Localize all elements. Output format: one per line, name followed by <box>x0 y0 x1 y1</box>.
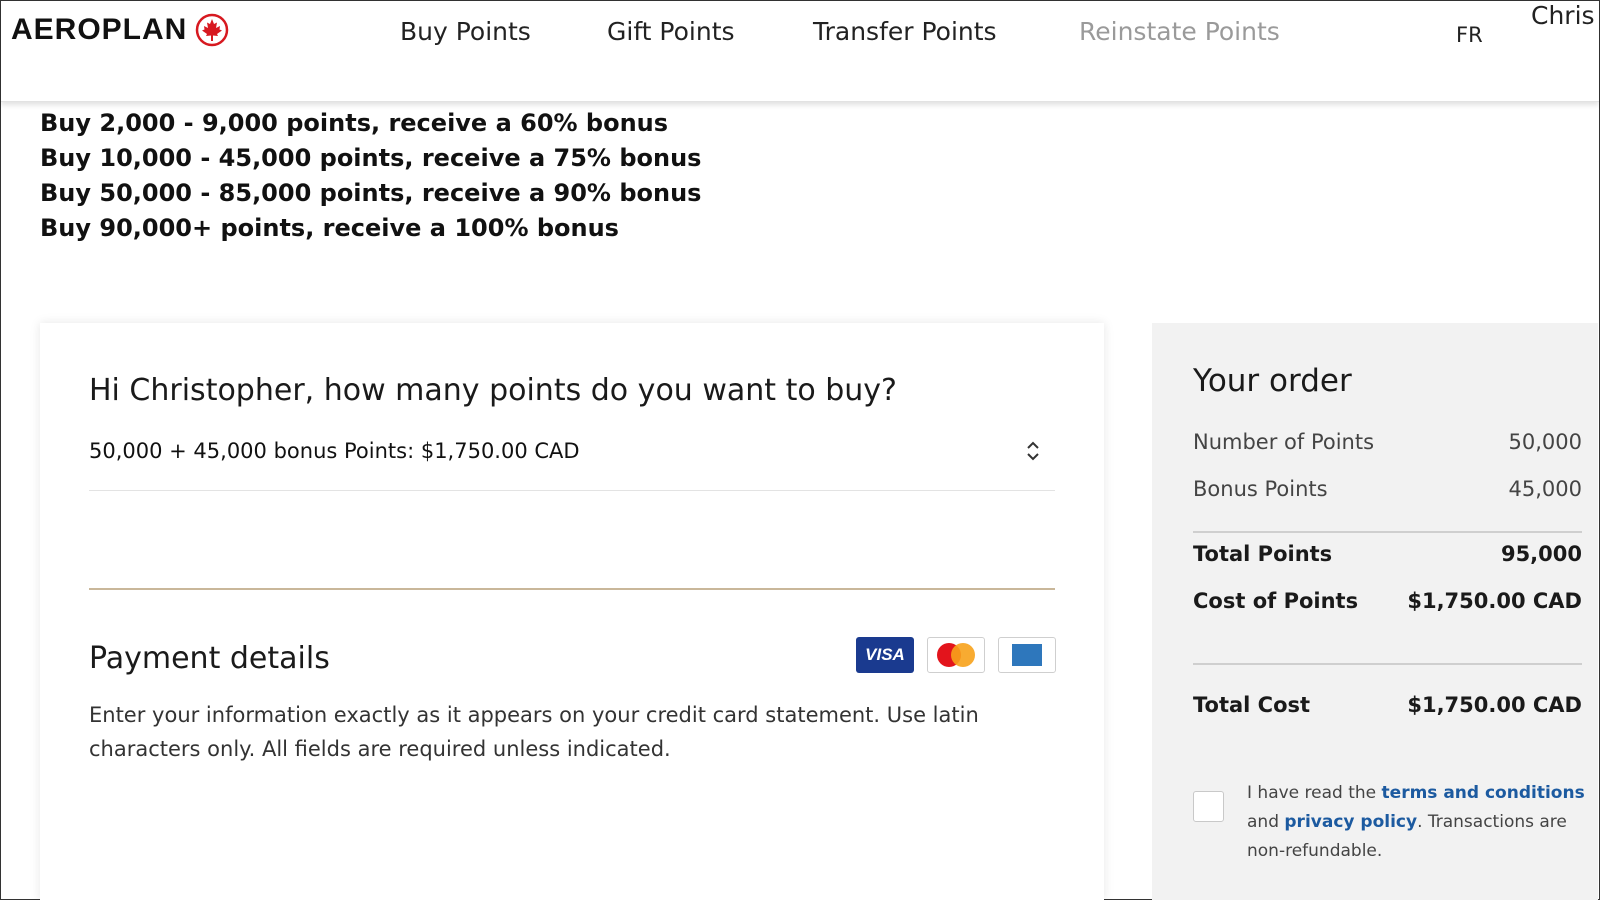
cost-of-points-label: Cost of Points <box>1193 589 1359 613</box>
number-of-points-label: Number of Points <box>1193 430 1375 454</box>
points-package-selected-value: 50,000 + 45,000 bonus Points: $1,750.00 … <box>89 439 580 463</box>
order-summary-title: Your order <box>1193 363 1352 399</box>
language-toggle[interactable]: FR <box>1456 23 1483 47</box>
nav-gift-points[interactable]: Gift Points <box>607 17 735 46</box>
american-express-icon <box>998 637 1056 673</box>
number-of-points-value: 50,000 <box>1508 430 1582 454</box>
terms-checkbox[interactable] <box>1193 791 1224 822</box>
total-cost-value: $1,750.00 CAD <box>1407 693 1582 717</box>
total-points-row: Total Points 95,000 <box>1193 542 1582 566</box>
logo-wordmark: AEROPLAN <box>11 13 188 46</box>
site-header: AEROPLAN Buy Points Gift Points Transfer… <box>1 1 1599 102</box>
user-menu[interactable]: Chris <box>1531 1 1595 30</box>
maple-leaf-icon <box>196 13 229 47</box>
chevron-up-down-icon <box>1027 441 1039 461</box>
payment-instructions: Enter your information exactly as it app… <box>89 703 979 761</box>
bonus-tiers-list: Buy 2,000 - 9,000 points, receive a 60% … <box>40 106 701 246</box>
visa-icon: VISA <box>856 637 914 673</box>
terms-and-conditions-link[interactable]: terms and conditions <box>1382 783 1585 803</box>
cost-of-points-value: $1,750.00 CAD <box>1407 589 1582 613</box>
total-points-label: Total Points <box>1193 542 1333 566</box>
visa-label: VISA <box>865 645 905 664</box>
order-divider <box>1193 531 1582 533</box>
order-divider <box>1193 663 1582 665</box>
bonus-tier-item: Buy 90,000+ points, receive a 100% bonus <box>40 214 619 242</box>
nav-reinstate-points: Reinstate Points <box>1079 17 1280 46</box>
section-divider <box>89 588 1055 590</box>
points-package-select[interactable]: 50,000 + 45,000 bonus Points: $1,750.00 … <box>89 431 1055 491</box>
purchase-card: Hi Christopher, how many points do you w… <box>40 323 1104 900</box>
payment-details-heading: Payment details <box>89 641 330 676</box>
total-cost-row: Total Cost $1,750.00 CAD <box>1193 693 1582 717</box>
terms-text-prefix: I have read the <box>1247 783 1382 803</box>
mastercard-icon <box>927 637 985 673</box>
bonus-tier-item: Buy 50,000 - 85,000 points, receive a 90… <box>40 179 702 207</box>
total-points-value: 95,000 <box>1500 542 1582 566</box>
bonus-points-label: Bonus Points <box>1193 477 1328 501</box>
privacy-policy-link[interactable]: privacy policy <box>1284 812 1417 832</box>
accepted-cards: VISA <box>856 637 1056 673</box>
nav-transfer-points[interactable]: Transfer Points <box>813 17 997 46</box>
bonus-tier-item: Buy 10,000 - 45,000 points, receive a 75… <box>40 144 702 172</box>
number-of-points-row: Number of Points 50,000 <box>1193 430 1582 454</box>
terms-text-connector: and <box>1247 812 1285 832</box>
bonus-points-row: Bonus Points 45,000 <box>1193 477 1582 501</box>
bonus-points-value: 45,000 <box>1508 477 1582 501</box>
points-question-heading: Hi Christopher, how many points do you w… <box>89 373 897 408</box>
bonus-tier-item: Buy 2,000 - 9,000 points, receive a 60% … <box>40 109 669 137</box>
nav-buy-points[interactable]: Buy Points <box>400 17 531 46</box>
order-summary-panel: Your order Number of Points 50,000 Bonus… <box>1152 323 1598 900</box>
terms-text: I have read the terms and conditions and… <box>1247 779 1587 866</box>
cost-of-points-row: Cost of Points $1,750.00 CAD <box>1193 589 1582 613</box>
aeroplan-logo[interactable]: AEROPLAN <box>11 13 229 47</box>
total-cost-label: Total Cost <box>1193 693 1311 717</box>
